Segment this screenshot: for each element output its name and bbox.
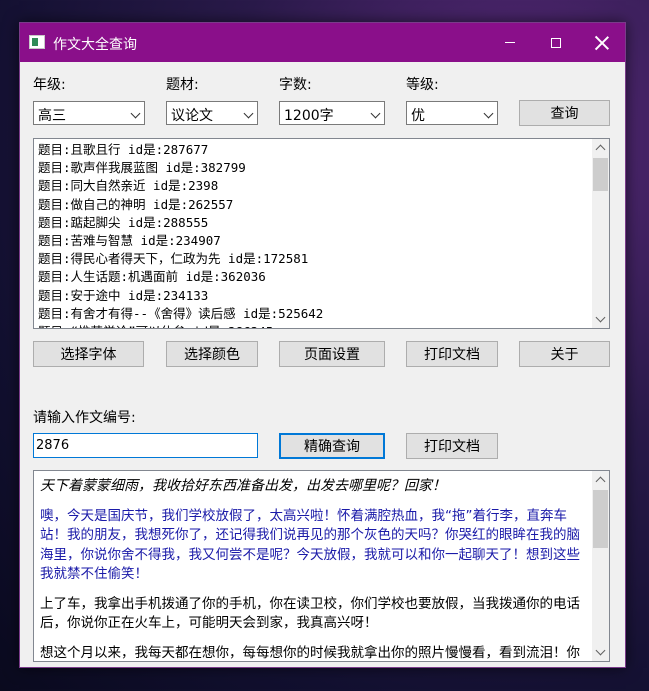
results-items: 题目:且歌且行 id是:287677 题目:歌声伴我展蓝图 id是:382799 题… bbox=[38, 141, 323, 328]
result-item[interactable]: 题目:同大自然亲近 id是:2398 bbox=[38, 177, 323, 195]
chevron-down-icon bbox=[370, 108, 381, 119]
print-essay-button[interactable]: 打印文档 bbox=[406, 433, 498, 459]
result-item[interactable]: 题目:“惟苦学论”可以休矣 id是:286245 bbox=[38, 323, 323, 328]
minimize-icon bbox=[505, 42, 515, 43]
grade-select-value: 高三 bbox=[38, 108, 66, 124]
scroll-up-button[interactable] bbox=[592, 471, 609, 488]
title-bar[interactable]: 作文大全查询 bbox=[20, 23, 625, 62]
essay-content: 天下着蒙蒙细雨，我收拾好东西准备出发，出发去哪里呢？回家！ 噢，今天是国庆节，我… bbox=[40, 477, 586, 661]
page-setup-button[interactable]: 页面设置 bbox=[279, 341, 385, 367]
results-scrollbar[interactable] bbox=[592, 139, 609, 328]
about-button[interactable]: 关于 bbox=[519, 341, 610, 367]
query-button[interactable]: 查询 bbox=[519, 100, 610, 126]
choose-font-button[interactable]: 选择字体 bbox=[33, 341, 144, 367]
topic-select[interactable]: 议论文 bbox=[166, 101, 258, 125]
topic-label: 题材: bbox=[166, 77, 199, 93]
result-item[interactable]: 题目:且歌且行 id是:287677 bbox=[38, 141, 323, 159]
essay-title: 天下着蒙蒙细雨，我收拾好东西准备出发，出发去哪里呢？回家！ bbox=[40, 478, 446, 494]
results-list[interactable]: 题目:且歌且行 id是:287677 题目:歌声伴我展蓝图 id是:382799 题… bbox=[33, 138, 610, 329]
result-item[interactable]: 题目:踮起脚尖 id是:288555 bbox=[38, 214, 323, 232]
result-item[interactable]: 题目:歌声伴我展蓝图 id是:382799 bbox=[38, 159, 323, 177]
words-select-value: 1200字 bbox=[284, 108, 334, 124]
minimize-button[interactable] bbox=[487, 23, 533, 62]
chevron-up-icon bbox=[595, 476, 606, 487]
essay-paragraph: 想这个月以来，我每天都在想你，每每想你的时候我就拿出你的照片慢慢看，看到流泪！你… bbox=[40, 644, 580, 661]
scroll-down-button[interactable] bbox=[592, 644, 609, 661]
result-item[interactable]: 题目:苦难与智慧 id是:234907 bbox=[38, 232, 323, 250]
app-window: 作文大全查询 年级: 题材: 字数: 等级: 高三 议论文 1200字 优 查询… bbox=[19, 22, 626, 668]
exact-query-button[interactable]: 精确查询 bbox=[279, 433, 385, 459]
chevron-down-icon bbox=[130, 108, 141, 119]
result-item[interactable]: 题目:安于途中 id是:234133 bbox=[38, 287, 323, 305]
scroll-down-button[interactable] bbox=[592, 311, 609, 328]
window-title: 作文大全查询 bbox=[53, 37, 137, 53]
result-item[interactable]: 题目:有舍才有得--《舍得》读后感 id是:525642 bbox=[38, 305, 323, 323]
scroll-thumb[interactable] bbox=[593, 158, 608, 191]
result-item[interactable]: 题目:得民心者得天下，仁政为先 id是:172581 bbox=[38, 250, 323, 268]
chevron-up-icon bbox=[595, 144, 606, 155]
chevron-down-icon bbox=[243, 108, 254, 119]
chevron-down-icon bbox=[483, 108, 494, 119]
words-select[interactable]: 1200字 bbox=[279, 101, 385, 125]
essay-paragraph: 噢，今天是国庆节，我们学校放假了，太高兴啦！怀着满腔热血，我“拖”着行李，直奔车… bbox=[40, 507, 580, 583]
chevron-down-icon bbox=[595, 312, 606, 323]
chevron-down-icon bbox=[595, 645, 606, 656]
essay-text-area[interactable]: 天下着蒙蒙细雨，我收拾好东西准备出发，出发去哪里呢？回家！ 噢，今天是国庆节，我… bbox=[33, 470, 610, 662]
scroll-thumb[interactable] bbox=[593, 490, 608, 548]
words-label: 字数: bbox=[279, 77, 312, 93]
app-icon bbox=[29, 35, 45, 49]
grade-select[interactable]: 高三 bbox=[33, 101, 145, 125]
choose-color-button[interactable]: 选择颜色 bbox=[166, 341, 258, 367]
essay-paragraph: 上了车，我拿出手机拨通了你的手机，你在读卫校，你们学校也要放假，当我拨通你的电话… bbox=[40, 595, 580, 632]
level-label: 等级: bbox=[406, 77, 439, 93]
essay-id-input[interactable]: 2876 bbox=[33, 433, 258, 458]
essay-scrollbar[interactable] bbox=[592, 471, 609, 661]
maximize-icon bbox=[551, 37, 561, 48]
topic-select-value: 议论文 bbox=[171, 108, 213, 124]
essay-id-prompt: 请输入作文编号: bbox=[33, 410, 136, 426]
close-button[interactable] bbox=[579, 23, 625, 62]
result-item[interactable]: 题目:做自己的神明 id是:262557 bbox=[38, 196, 323, 214]
scroll-up-button[interactable] bbox=[592, 139, 609, 156]
maximize-button[interactable] bbox=[533, 23, 579, 62]
print-button[interactable]: 打印文档 bbox=[406, 341, 498, 367]
level-select[interactable]: 优 bbox=[406, 101, 498, 125]
result-item[interactable]: 题目:人生话题:机遇面前 id是:362036 bbox=[38, 268, 323, 286]
close-icon bbox=[595, 36, 609, 50]
grade-label: 年级: bbox=[33, 77, 66, 93]
level-select-value: 优 bbox=[411, 108, 425, 124]
